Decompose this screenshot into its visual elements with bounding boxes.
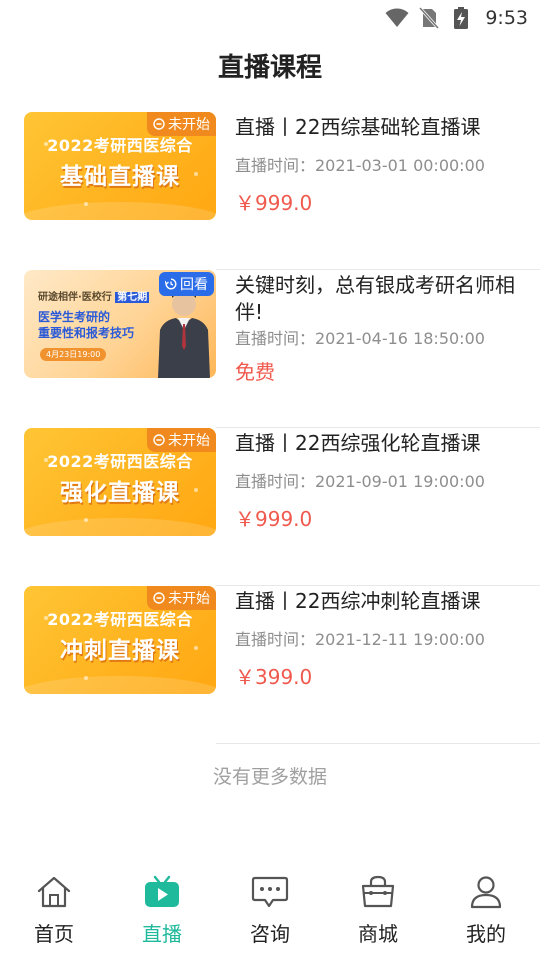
- thumbnail-topline: 研途相伴·医校行 第七期: [38, 292, 150, 303]
- status-badge: 回看: [159, 272, 214, 296]
- course-item[interactable]: 2022考研西医综合 强化直播课 未开始 直播丨22西综强化轮直播课 直播时间：…: [0, 428, 540, 586]
- course-item[interactable]: 研途相伴·医校行 第七期 医学生考研的 重要性和报考技巧 4月23日19:00 …: [0, 270, 540, 428]
- status-badge-label: 未开始: [168, 117, 210, 133]
- user-icon: [466, 872, 506, 912]
- tab-mine[interactable]: 我的: [432, 864, 540, 960]
- divider: [216, 743, 540, 744]
- course-title[interactable]: 直播丨22西综强化轮直播课: [235, 430, 540, 457]
- course-price: ￥999.0: [235, 507, 313, 531]
- course-item[interactable]: 2022考研西医综合 冲刺直播课 未开始 直播丨22西综冲刺轮直播课 直播时间：…: [0, 586, 540, 744]
- course-time: 直播时间：2021-12-11 19:00:00: [235, 630, 485, 649]
- status-bar: 9:53: [0, 0, 540, 36]
- chat-icon: [250, 872, 290, 912]
- course-price: ￥399.0: [235, 665, 313, 689]
- course-item[interactable]: 2022考研西医综合 基础直播课 未开始 直播丨22西综基础轮直播课 直播时间：…: [0, 112, 540, 270]
- thumbnail-date: 4月23日19:00: [40, 348, 107, 361]
- course-thumbnail[interactable]: 2022考研西医综合 基础直播课 未开始: [24, 112, 216, 220]
- status-badge: 未开始: [147, 586, 216, 610]
- course-list: 2022考研西医综合 基础直播课 未开始 直播丨22西综基础轮直播课 直播时间：…: [0, 112, 540, 744]
- bottom-tab-bar: 首页 直播 咨询 商城 我的: [0, 864, 540, 960]
- status-badge: 未开始: [147, 112, 216, 136]
- clock-icon: [153, 592, 165, 604]
- course-price: ￥999.0: [235, 191, 313, 215]
- tab-label: 首页: [34, 922, 74, 946]
- status-badge: 未开始: [147, 428, 216, 452]
- clock-icon: [153, 118, 165, 130]
- course-title[interactable]: 关键时刻，总有银成考研名师相伴!: [235, 272, 540, 326]
- course-price: 免费: [235, 360, 275, 384]
- thumbnail-title: 强化直播课: [60, 480, 180, 506]
- course-title[interactable]: 直播丨22西综基础轮直播课: [235, 114, 540, 141]
- status-badge-label: 未开始: [168, 433, 210, 449]
- home-icon: [34, 872, 74, 912]
- tab-live[interactable]: 直播: [108, 864, 216, 960]
- replay-icon: [165, 278, 177, 290]
- course-time: 直播时间：2021-09-01 19:00:00: [235, 472, 485, 491]
- tab-label: 咨询: [250, 922, 290, 946]
- course-thumbnail[interactable]: 研途相伴·医校行 第七期 医学生考研的 重要性和报考技巧 4月23日19:00 …: [24, 270, 216, 378]
- status-badge-label: 未开始: [168, 591, 210, 607]
- course-thumbnail[interactable]: 2022考研西医综合 冲刺直播课 未开始: [24, 586, 216, 694]
- tab-label: 我的: [466, 922, 506, 946]
- tab-label: 直播: [142, 922, 182, 946]
- thumbnail-title: 基础直播课: [60, 164, 180, 190]
- tv-icon: [142, 872, 182, 912]
- status-badge-label: 回看: [180, 277, 208, 293]
- battery-charging-icon: [449, 6, 473, 30]
- page-title: 直播课程: [217, 53, 322, 83]
- tab-label: 商城: [358, 922, 398, 946]
- thumbnail-title: 重要性和报考技巧: [38, 326, 135, 340]
- thumbnail-title: 冲刺直播课: [60, 638, 180, 664]
- no-more-data-text: 没有更多数据: [212, 766, 327, 788]
- course-thumbnail[interactable]: 2022考研西医综合 强化直播课 未开始: [24, 428, 216, 536]
- shopping-bag-icon: [358, 872, 398, 912]
- course-time: 直播时间：2021-04-16 18:50:00: [235, 329, 485, 348]
- tab-home[interactable]: 首页: [0, 864, 108, 960]
- tab-consult[interactable]: 咨询: [216, 864, 324, 960]
- wifi-icon: [385, 6, 409, 30]
- clock-icon: [153, 434, 165, 446]
- thumbnail-subtitle: 医学生考研的: [38, 310, 111, 324]
- no-sim-icon: [417, 6, 441, 30]
- speaker-photo: [158, 289, 210, 378]
- course-time: 直播时间：2021-03-01 00:00:00: [235, 156, 485, 175]
- course-title[interactable]: 直播丨22西综冲刺轮直播课: [235, 588, 540, 615]
- tab-shop[interactable]: 商城: [324, 864, 432, 960]
- status-time: 9:53: [485, 7, 528, 29]
